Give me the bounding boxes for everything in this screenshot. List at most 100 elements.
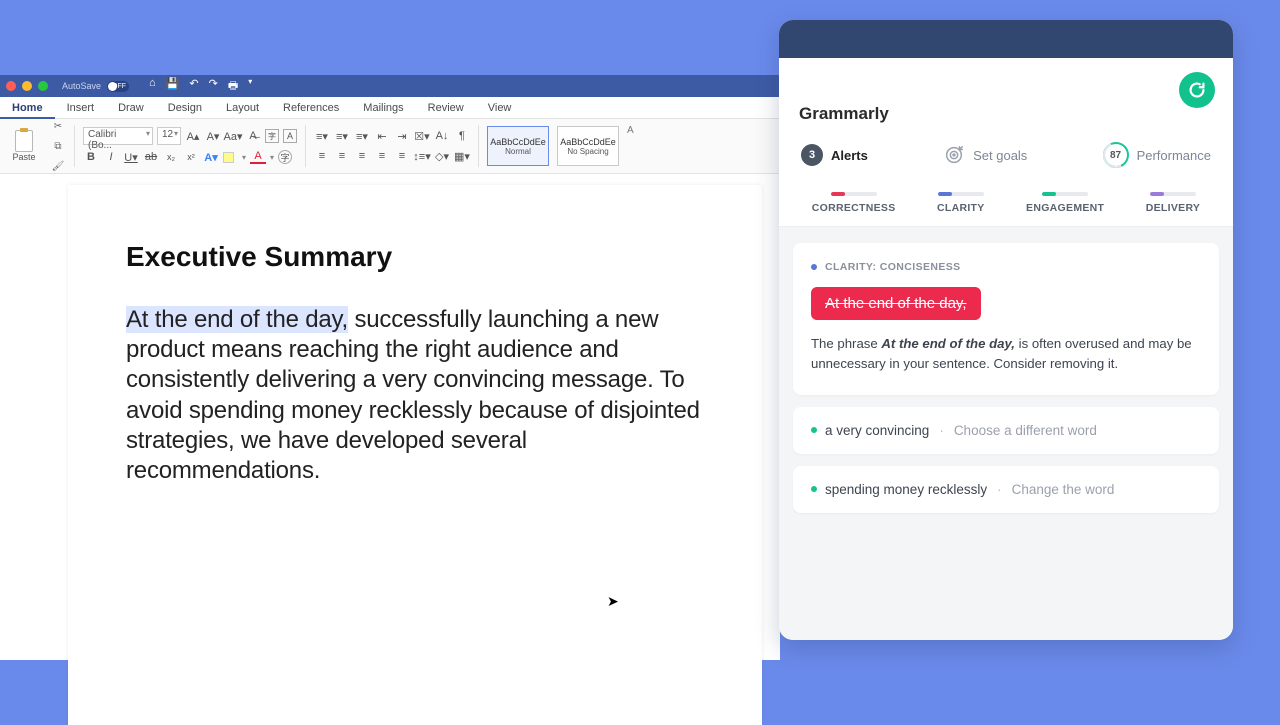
font-size-select[interactable]: 12 bbox=[157, 127, 181, 145]
ribbon-toolbar: Paste ✂ ⧉ 🖌 Calibri (Bo... 12 A▴ A▾ Aa▾ … bbox=[0, 119, 780, 174]
line-spacing-icon[interactable]: ↕≡▾ bbox=[414, 148, 430, 164]
font-color-icon[interactable]: A bbox=[250, 151, 266, 164]
mode-alerts[interactable]: 3 Alerts bbox=[801, 142, 868, 168]
cat-delivery[interactable]: DELIVERY bbox=[1146, 192, 1201, 214]
suggestion-card-expanded[interactable]: CLARITY: CONCISENESS At the end of the d… bbox=[793, 243, 1219, 395]
clear-formatting-icon[interactable]: A̶ bbox=[245, 128, 261, 144]
redo-icon[interactable]: ↷ bbox=[209, 77, 218, 96]
separator bbox=[478, 125, 479, 167]
chevron-down-icon[interactable]: ▾ bbox=[248, 77, 252, 96]
tab-insert[interactable]: Insert bbox=[55, 97, 107, 119]
undo-icon[interactable]: ↶ bbox=[189, 77, 198, 96]
enclose-char-icon[interactable]: 字 bbox=[278, 150, 292, 164]
minimize-icon[interactable] bbox=[22, 81, 32, 91]
remove-suggestion-pill[interactable]: At the end of the day, bbox=[811, 287, 981, 320]
underline-button[interactable]: U▾ bbox=[123, 149, 139, 165]
close-icon[interactable] bbox=[6, 81, 16, 91]
document-page[interactable]: Executive Summary At the end of the day,… bbox=[68, 185, 762, 725]
change-case-icon[interactable]: Aa▾ bbox=[225, 128, 241, 144]
dot-separator: · bbox=[939, 423, 944, 438]
tab-design[interactable]: Design bbox=[156, 97, 214, 119]
shrink-font-icon[interactable]: A▾ bbox=[205, 128, 221, 144]
tab-home[interactable]: Home bbox=[0, 97, 55, 119]
strikethrough-button[interactable]: ab bbox=[143, 149, 159, 165]
cat-engagement[interactable]: ENGAGEMENT bbox=[1026, 192, 1104, 214]
page-heading: Executive Summary bbox=[126, 241, 704, 273]
copy-icon[interactable]: ⧉ bbox=[50, 138, 66, 154]
bold-button[interactable]: B bbox=[83, 149, 99, 165]
tab-draw[interactable]: Draw bbox=[106, 97, 156, 119]
align-center-icon[interactable]: ≡ bbox=[334, 148, 350, 164]
style-sample: AaBbCcDdEe bbox=[490, 137, 546, 147]
save-icon[interactable]: 💾 bbox=[166, 77, 180, 96]
bar-icon bbox=[1042, 192, 1088, 196]
cat-correctness[interactable]: CORRECTNESS bbox=[812, 192, 896, 214]
card-hint: Change the word bbox=[1012, 482, 1115, 497]
format-painter-icon[interactable]: 🖌 bbox=[50, 158, 66, 174]
asian-layout-icon[interactable]: ☒▾ bbox=[414, 128, 430, 144]
borders-icon[interactable]: ▦▾ bbox=[454, 148, 470, 164]
separator bbox=[74, 125, 75, 167]
cat-label: ENGAGEMENT bbox=[1026, 202, 1104, 214]
print-icon[interactable]: 🖶 bbox=[228, 77, 238, 96]
tab-view[interactable]: View bbox=[476, 97, 524, 119]
target-icon bbox=[943, 144, 965, 166]
style-more: A bbox=[627, 125, 634, 136]
grammarly-logo-icon[interactable] bbox=[1179, 72, 1215, 108]
bar-icon bbox=[938, 192, 984, 196]
align-right-icon[interactable]: ≡ bbox=[354, 148, 370, 164]
paste-button[interactable]: Paste bbox=[6, 130, 42, 162]
bar-icon bbox=[1150, 192, 1196, 196]
style-name: Normal bbox=[505, 147, 531, 156]
home-icon[interactable]: ⌂ bbox=[149, 77, 156, 96]
cat-label: DELIVERY bbox=[1146, 202, 1201, 214]
mode-label: Alerts bbox=[831, 148, 868, 163]
sort-icon[interactable]: A↓ bbox=[434, 128, 450, 144]
tab-review[interactable]: Review bbox=[416, 97, 476, 119]
numbering-icon[interactable]: ≡▾ bbox=[334, 128, 350, 144]
grammarly-panel: Grammarly 3 Alerts Set goals 87 Performa… bbox=[779, 20, 1233, 640]
autosave-toggle[interactable]: AutoSave OFF bbox=[62, 81, 129, 92]
highlight-icon[interactable] bbox=[223, 152, 234, 163]
quick-access-toolbar: ⌂ 💾 ↶ ↷ 🖶 ▾ bbox=[149, 77, 252, 96]
phonetic-guide-icon[interactable]: 字 bbox=[265, 129, 279, 143]
style-name: No Spacing bbox=[567, 147, 608, 156]
suggestion-card[interactable]: spending money recklessly·Change the wor… bbox=[793, 466, 1219, 513]
tab-layout[interactable]: Layout bbox=[214, 97, 271, 119]
maximize-icon[interactable] bbox=[38, 81, 48, 91]
subscript-button[interactable]: x₂ bbox=[163, 149, 179, 165]
tab-mailings[interactable]: Mailings bbox=[351, 97, 415, 119]
style-normal[interactable]: AaBbCcDdEe Normal bbox=[487, 126, 549, 166]
font-family-select[interactable]: Calibri (Bo... bbox=[83, 127, 153, 145]
bullets-icon[interactable]: ≡▾ bbox=[314, 128, 330, 144]
suggestions-list: CLARITY: CONCISENESS At the end of the d… bbox=[779, 227, 1233, 640]
performance-score: 87 bbox=[1103, 142, 1129, 168]
autosave-label: AutoSave bbox=[62, 81, 101, 91]
toggle-off-icon[interactable]: OFF bbox=[107, 81, 129, 92]
justify-icon[interactable]: ≡ bbox=[374, 148, 390, 164]
italic-button[interactable]: I bbox=[103, 149, 119, 165]
cat-clarity[interactable]: CLARITY bbox=[937, 192, 985, 214]
suggestion-card[interactable]: a very convincing·Choose a different wor… bbox=[793, 407, 1219, 454]
align-left-icon[interactable]: ≡ bbox=[314, 148, 330, 164]
increase-indent-icon[interactable]: ⇥ bbox=[394, 128, 410, 144]
multilevel-list-icon[interactable]: ≡▾ bbox=[354, 128, 370, 144]
cut-icon[interactable]: ✂ bbox=[50, 118, 66, 134]
border-icon[interactable]: A bbox=[283, 129, 297, 143]
category-bar: CORRECTNESS CLARITY ENGAGEMENT DELIVERY bbox=[779, 178, 1233, 227]
grow-font-icon[interactable]: A▴ bbox=[185, 128, 201, 144]
distributed-icon[interactable]: ≡ bbox=[394, 148, 410, 164]
dot-icon bbox=[811, 427, 817, 433]
mode-set-goals[interactable]: Set goals bbox=[943, 142, 1027, 168]
mode-performance[interactable]: 87 Performance bbox=[1103, 142, 1211, 168]
shading-icon[interactable]: ◇▾ bbox=[434, 148, 450, 164]
panel-top: Grammarly 3 Alerts Set goals 87 Performa… bbox=[779, 58, 1233, 178]
show-marks-icon[interactable]: ¶ bbox=[454, 128, 470, 144]
superscript-button[interactable]: x² bbox=[183, 149, 199, 165]
style-no-spacing[interactable]: AaBbCcDdEe No Spacing bbox=[557, 126, 619, 166]
tab-references[interactable]: References bbox=[271, 97, 351, 119]
decrease-indent-icon[interactable]: ⇤ bbox=[374, 128, 390, 144]
card-hint: Choose a different word bbox=[954, 423, 1097, 438]
separator bbox=[305, 125, 306, 167]
text-effects-icon[interactable]: A▾ bbox=[203, 149, 219, 165]
